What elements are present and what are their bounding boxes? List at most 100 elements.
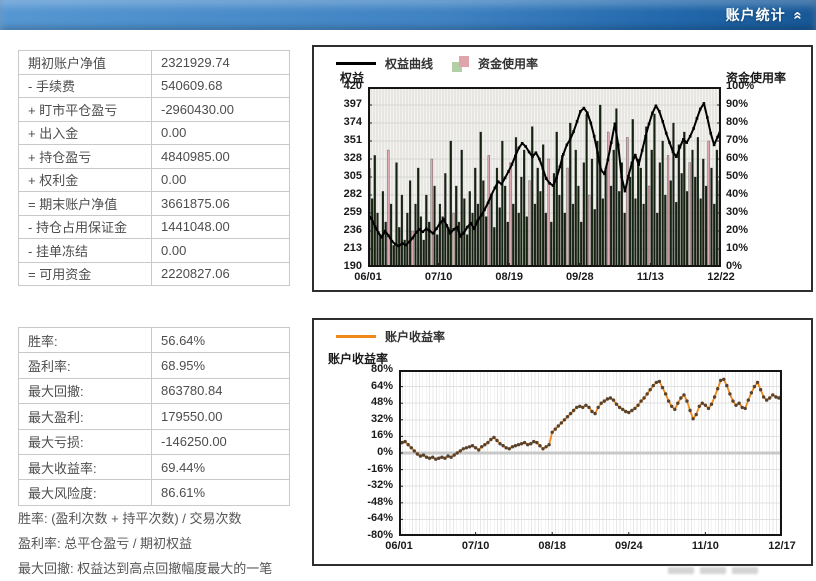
row-label: - 挂单冻结 bbox=[19, 239, 152, 262]
footnote: 盈利率: 总平仓盈亏 / 期初权益 bbox=[18, 536, 193, 551]
table-row: 期初账户净值 2321929.74 bbox=[19, 51, 289, 75]
row-value: 2220827.06 bbox=[161, 266, 230, 282]
axis-tick-label: 282 bbox=[343, 188, 362, 200]
row-value: 68.95% bbox=[161, 358, 206, 374]
row-label: = 期末账户净值 bbox=[19, 192, 152, 215]
table-row: = 期末账户净值 3661875.06 bbox=[19, 192, 289, 216]
table-row: + 盯市平仓盈亏 -2960430.00 bbox=[19, 98, 289, 122]
table-row: 胜率: 56.64% bbox=[19, 328, 289, 354]
row-label: 最大收益率: bbox=[19, 454, 152, 480]
axis-tick-label: -64% bbox=[367, 512, 393, 525]
row-value: -2960430.00 bbox=[161, 101, 235, 117]
table-row: - 手续费 540609.68 bbox=[19, 74, 289, 98]
axis-tick-label: -32% bbox=[367, 479, 393, 492]
axis-tick-label: 236 bbox=[343, 224, 362, 236]
row-label: + 盯市平仓盈亏 bbox=[19, 98, 152, 121]
row-label: + 持仓盈亏 bbox=[19, 145, 152, 168]
row-label: - 手续费 bbox=[19, 74, 152, 97]
axis-tick-label: 32% bbox=[370, 412, 393, 425]
row-label: 盈利率: bbox=[19, 353, 152, 378]
table-row: + 持仓盈亏 4840985.00 bbox=[19, 145, 289, 169]
axis-tick-label: 11/10 bbox=[691, 540, 719, 552]
row-value: 0.00 bbox=[161, 242, 187, 258]
account-returns-chart[interactable] bbox=[399, 370, 782, 536]
row-value: 69.44% bbox=[161, 459, 206, 475]
axis-tick-label: 16% bbox=[370, 429, 393, 442]
axis-tick-label: 328 bbox=[343, 152, 362, 164]
table-row: 最大收益率: 69.44% bbox=[19, 454, 289, 481]
row-label: 胜率: bbox=[19, 328, 152, 353]
footnote: 最大回撤: 权益达到高点回撤幅度最大的一笔 bbox=[18, 561, 273, 576]
axis-tick-label: 12/17 bbox=[768, 540, 796, 552]
equity-line-legend-label: 权益曲线 bbox=[385, 57, 434, 71]
table-row: + 出入金 0.00 bbox=[19, 121, 289, 145]
axis-tick-label: 07/10 bbox=[424, 271, 453, 283]
capital-usage-legend-label: 资金使用率 bbox=[478, 57, 539, 71]
capital-usage-legend-swatch bbox=[452, 55, 470, 72]
row-label: 期初账户净值 bbox=[19, 51, 152, 74]
axis-tick-label: 09/24 bbox=[615, 540, 643, 552]
axis-tick-label: 90% bbox=[726, 98, 749, 110]
row-label: 最大盈利: bbox=[19, 404, 152, 429]
axis-tick-label: 80% bbox=[726, 116, 749, 128]
row-value: 863780.84 bbox=[161, 383, 223, 399]
axis-tick-label: 80% bbox=[370, 363, 393, 375]
row-value: -146250.00 bbox=[161, 434, 227, 450]
axis-tick-label: 48% bbox=[370, 396, 393, 409]
axis-tick-label: 64% bbox=[370, 379, 393, 392]
axis-tick-label: 30% bbox=[726, 206, 749, 218]
table-row: 最大盈利: 179550.00 bbox=[19, 404, 289, 430]
page-title: 账户统计 bbox=[725, 7, 786, 23]
axis-tick-label: 11/13 bbox=[636, 271, 664, 283]
row-value: 179550.00 bbox=[161, 408, 223, 424]
table-row: 最大亏损: -146250.00 bbox=[19, 429, 289, 455]
header-bar: 账户统计 « bbox=[0, 0, 816, 30]
row-label: 最大亏损: bbox=[19, 429, 152, 454]
footnote: 胜率: (盈利次数 + 持平次数) / 交易次数 bbox=[18, 511, 242, 526]
axis-tick-label: 12/22 bbox=[707, 271, 735, 283]
axis-tick-label: 374 bbox=[343, 116, 362, 128]
row-value: 1441048.00 bbox=[161, 219, 230, 235]
performance-stats-table: 胜率: 56.64% 盈利率: 68.95% 最大回撤: 863780.84 最大盈利: 17… bbox=[18, 327, 290, 506]
axis-tick-label: 305 bbox=[343, 170, 362, 182]
returns-chart-panel: 账户收益率 账户收益率 80% 64% 48% 32% 16% 0% -16% -32% -48… bbox=[312, 318, 813, 566]
row-value: 0.00 bbox=[161, 172, 187, 188]
account-statistics-page: 账户统计 « 期初账户净值 2321929.74 - 手续费 540609.68 + 盯… bbox=[0, 0, 816, 576]
return-line-legend-swatch bbox=[336, 335, 376, 338]
axis-tick-label: 420 bbox=[343, 80, 362, 92]
row-label: 最大回撤: bbox=[19, 378, 152, 404]
footnotes: 胜率: (盈利次数 + 持平次数) / 交易次数 盈利率: 总平仓盈亏 / 期初权… bbox=[18, 506, 308, 581]
table-row: - 挂单冻结 0.00 bbox=[19, 239, 289, 263]
axis-tick-label: 06/01 bbox=[354, 271, 382, 283]
row-value: 86.61% bbox=[161, 485, 206, 501]
row-label: 最大风险度: bbox=[19, 480, 152, 505]
axis-tick-label: 08/19 bbox=[495, 271, 523, 283]
axis-tick-label: 20% bbox=[726, 224, 749, 236]
equity-line-legend-swatch bbox=[336, 62, 376, 65]
equity-chart-legend: 权益曲线 资金使用率 bbox=[336, 55, 538, 72]
row-label: - 持仓占用保证金 bbox=[19, 215, 152, 238]
table-row: = 可用资金 2220827.06 bbox=[19, 262, 289, 286]
row-value: 4840985.00 bbox=[161, 148, 230, 164]
axis-tick-label: 06/01 bbox=[385, 540, 413, 552]
row-label: + 出入金 bbox=[19, 121, 152, 144]
equity-usage-chart[interactable] bbox=[368, 87, 721, 267]
collapse-icon[interactable]: « bbox=[789, 11, 806, 19]
return-line-legend-label: 账户收益率 bbox=[385, 330, 446, 344]
axis-tick-label: 10% bbox=[726, 242, 749, 254]
axis-tick-label: 09/28 bbox=[566, 271, 594, 283]
row-value: 540609.68 bbox=[161, 78, 223, 94]
axis-tick-label: 08/18 bbox=[538, 540, 566, 552]
row-label: = 可用资金 bbox=[19, 262, 152, 285]
axis-tick-label: 100% bbox=[726, 80, 755, 92]
axis-tick-label: 40% bbox=[726, 188, 749, 200]
account-summary-table: 期初账户净值 2321929.74 - 手续费 540609.68 + 盯市平仓盈亏 -2… bbox=[18, 50, 290, 286]
header-title-wrap: 账户统计 « bbox=[725, 0, 807, 30]
row-value: 2321929.74 bbox=[161, 54, 230, 70]
axis-tick-label: 50% bbox=[726, 170, 749, 182]
axis-tick-label: 351 bbox=[343, 134, 362, 146]
table-row: + 权利金 0.00 bbox=[19, 168, 289, 192]
equity-chart-panel: 权益曲线 资金使用率 权益 资金使用率 420 397 374 351 328 305 28… bbox=[312, 45, 813, 292]
watermark bbox=[668, 567, 758, 574]
row-label: + 权利金 bbox=[19, 168, 152, 191]
